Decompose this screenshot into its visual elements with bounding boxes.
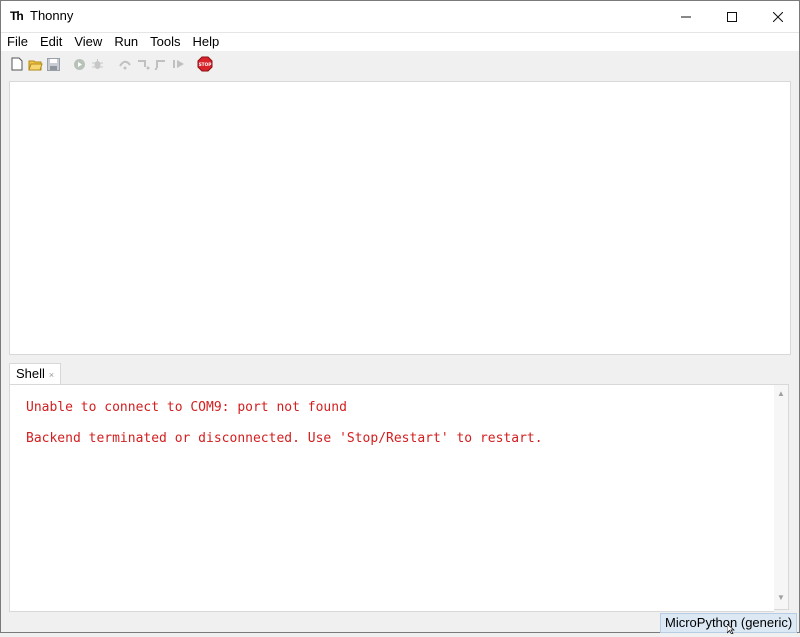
- mouse-cursor-icon: [726, 623, 735, 637]
- menu-edit[interactable]: Edit: [34, 33, 68, 51]
- step-out-button[interactable]: [153, 56, 169, 72]
- run-icon: [73, 58, 85, 70]
- maximize-button[interactable]: [709, 1, 755, 32]
- step-into-button[interactable]: [135, 56, 151, 72]
- code-editor[interactable]: [9, 81, 791, 355]
- close-button[interactable]: [755, 1, 800, 32]
- run-button[interactable]: [71, 56, 87, 72]
- minimize-icon: [681, 16, 691, 17]
- tab-shell[interactable]: Shell ×: [9, 363, 62, 384]
- menu-bar: File Edit View Run Tools Help: [1, 33, 799, 51]
- debug-icon: [91, 58, 103, 69]
- thonny-window: Th Thonny File Edit View Run Tools Help: [0, 0, 800, 633]
- tab-shell-label: Shell: [16, 366, 45, 381]
- shell-error-line: Unable to connect to COM9: port not foun…: [26, 400, 347, 415]
- new-file-button[interactable]: [9, 56, 25, 72]
- step-out-icon: [154, 60, 165, 70]
- menu-help[interactable]: Help: [187, 33, 226, 51]
- close-icon: [773, 11, 783, 22]
- step-into-icon: [138, 60, 150, 70]
- save-file-button[interactable]: [45, 56, 61, 72]
- step-over-icon: [119, 60, 131, 70]
- new-file-icon: [11, 57, 23, 71]
- debug-button[interactable]: [89, 56, 105, 72]
- menu-view[interactable]: View: [68, 33, 108, 51]
- tab-close-icon[interactable]: ×: [49, 370, 54, 380]
- window-title: Thonny: [30, 8, 74, 23]
- scroll-up-icon[interactable]: ▲: [777, 389, 785, 398]
- scroll-down-icon[interactable]: ▼: [777, 593, 785, 602]
- title-bar[interactable]: Th Thonny: [1, 1, 799, 33]
- stop-button[interactable]: STOP: [197, 56, 213, 72]
- step-over-button[interactable]: [117, 56, 133, 72]
- open-file-icon: [27, 60, 43, 70]
- minimize-button[interactable]: [663, 1, 709, 32]
- open-file-button[interactable]: [27, 56, 43, 72]
- menu-tools[interactable]: Tools: [144, 33, 186, 51]
- shell-scrollbar[interactable]: ▲ ▼: [774, 384, 789, 610]
- menu-run[interactable]: Run: [108, 33, 144, 51]
- thonny-logo-icon: Th: [10, 9, 24, 23]
- shell-error-line: Backend terminated or disconnected. Use …: [26, 431, 543, 446]
- menu-file[interactable]: File: [1, 33, 34, 51]
- maximize-icon: [727, 11, 737, 22]
- resume-icon: [173, 60, 184, 68]
- stop-icon: STOP: [197, 56, 213, 72]
- status-bar: MicroPython (generic): [1, 612, 799, 633]
- resume-button[interactable]: [171, 56, 187, 72]
- save-file-icon: [46, 57, 60, 71]
- stop-icon-label: STOP: [199, 62, 212, 68]
- shell-panel[interactable]: Unable to connect to COM9: port not foun…: [9, 384, 774, 612]
- toolbar: STOP: [1, 52, 799, 76]
